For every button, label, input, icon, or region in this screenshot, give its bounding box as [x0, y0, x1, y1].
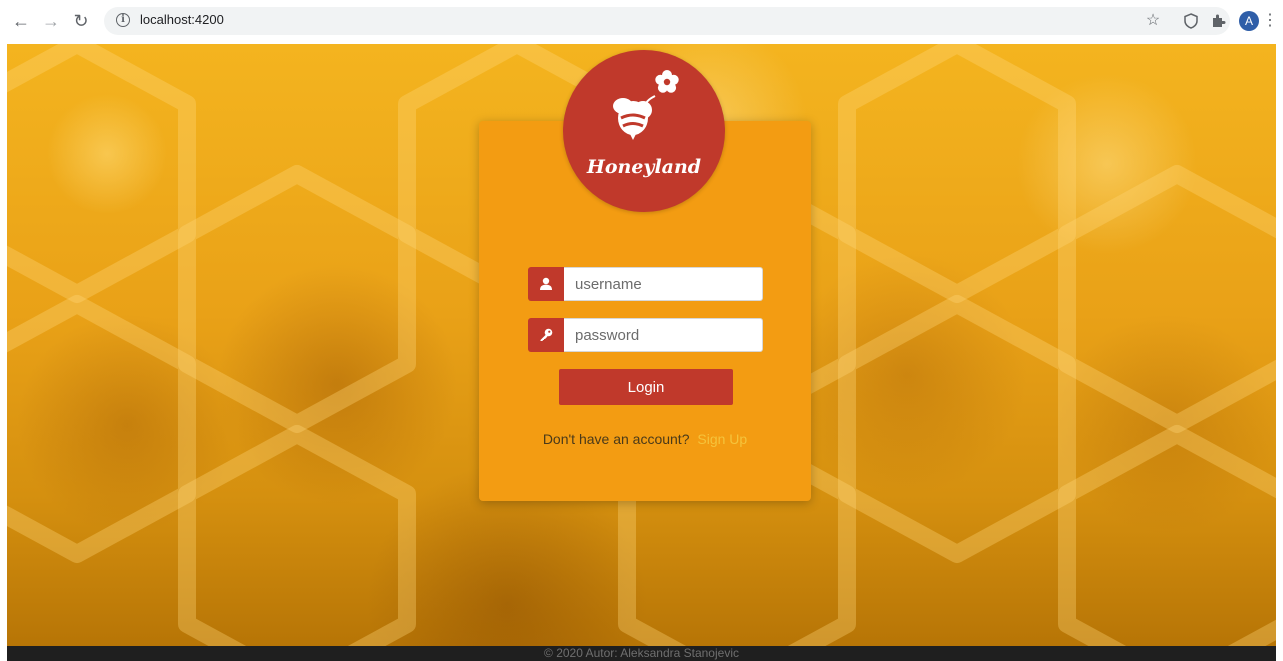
profile-avatar[interactable]: A [1239, 11, 1259, 31]
reload-icon[interactable]: ↻ [70, 10, 92, 32]
browser-toolbar: ← → ↻ i localhost:4200 ☆ A ⋮ [0, 0, 1283, 45]
site-info-icon[interactable]: i [116, 13, 130, 27]
login-button[interactable]: Login [559, 369, 733, 405]
logo-badge: Honeyland [563, 50, 725, 212]
key-icon [540, 328, 553, 341]
page-edge-right [1276, 44, 1283, 661]
brand-name: Honeyland [586, 156, 702, 178]
page-edge-left [0, 44, 7, 661]
star-icon[interactable]: ☆ [1142, 10, 1164, 32]
username-addon [528, 267, 564, 301]
puzzle-icon[interactable] [1208, 10, 1230, 32]
kebab-menu-icon[interactable]: ⋮ [1262, 10, 1278, 32]
address-bar[interactable]: i localhost:4200 [104, 7, 1230, 35]
back-arrow-icon[interactable]: ← [10, 10, 32, 32]
signup-prompt: Don't have an account? [542, 431, 690, 447]
password-addon [528, 318, 564, 352]
forward-arrow-icon[interactable]: → [40, 10, 62, 32]
bee-flower-icon [613, 70, 679, 140]
signup-line: Don't have an account? Sign Up [479, 431, 811, 447]
shield-icon[interactable] [1180, 10, 1202, 32]
signup-link[interactable]: Sign Up [697, 431, 747, 447]
user-icon [540, 277, 552, 290]
footer: © 2020 Autor: Aleksandra Stanojevic [7, 646, 1276, 661]
footer-copyright: © 2020 Autor: Aleksandra Stanojevic [544, 646, 739, 660]
password-input[interactable] [564, 318, 763, 352]
url-text[interactable]: localhost:4200 [140, 12, 224, 27]
username-input[interactable] [564, 267, 763, 301]
